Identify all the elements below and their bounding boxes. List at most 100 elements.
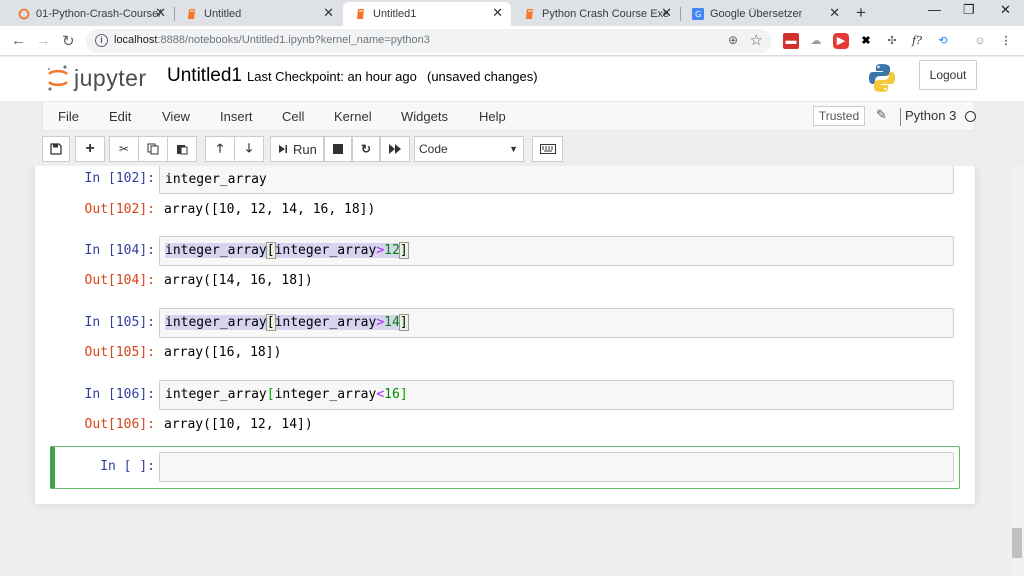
- extension-puzzle-icon[interactable]: ✣: [884, 33, 900, 49]
- cell-type-select[interactable]: Code ▼: [414, 136, 524, 162]
- browser-tab-strip: 01-Python-Crash-Course/ ✕ Untitled ✕ Unt…: [0, 0, 1024, 26]
- jupyter-ring-icon: [47, 65, 68, 91]
- url-text: localhost:8888/notebooks/Untitled1.ipynb…: [114, 34, 430, 46]
- forward-arrow-icon[interactable]: →: [36, 32, 51, 49]
- back-arrow-icon[interactable]: ←: [11, 32, 26, 49]
- close-icon[interactable]: ✕: [323, 5, 334, 21]
- extension-sync-icon[interactable]: ⟲: [935, 33, 951, 49]
- paste-icon: [177, 145, 188, 155]
- menu-widgets[interactable]: Widgets: [401, 109, 448, 124]
- bookmark-star-icon[interactable]: ☆: [750, 31, 763, 49]
- fast-forward-icon: [389, 144, 401, 154]
- tab-title: Untitled1: [373, 8, 417, 20]
- tab-crash-course-folder[interactable]: 01-Python-Crash-Course/ ✕: [6, 2, 175, 26]
- output-prompt: Out[106]:: [84, 417, 155, 432]
- browser-menu-icon[interactable]: ⋮: [998, 33, 1014, 49]
- scrollbar-thumb[interactable]: [1012, 528, 1022, 558]
- info-icon[interactable]: i: [95, 34, 108, 47]
- extension-x-icon[interactable]: ✖: [858, 33, 874, 49]
- close-window-button[interactable]: ✕: [1000, 2, 1011, 18]
- code-cell-input[interactable]: integer_array[integer_array<16]: [159, 380, 954, 410]
- menu-help[interactable]: Help: [479, 109, 506, 124]
- code-cell-input[interactable]: integer_array[integer_array>12]: [159, 236, 954, 266]
- command-palette-button[interactable]: [532, 136, 563, 162]
- kernel-name[interactable]: Python 3: [900, 108, 956, 126]
- extension-video-icon[interactable]: ▶: [833, 33, 849, 49]
- input-prompt: In [104]:: [84, 243, 155, 258]
- cell-output: array([10, 12, 14]): [164, 417, 313, 432]
- tab-google-translate[interactable]: G Google Übersetzer ✕: [680, 2, 848, 26]
- notebook-icon: [526, 9, 533, 19]
- google-translate-icon: G: [692, 8, 704, 20]
- save-button[interactable]: [42, 136, 70, 162]
- close-icon[interactable]: ✕: [661, 5, 672, 21]
- maximize-button[interactable]: ❐: [963, 2, 975, 18]
- add-cell-button[interactable]: +: [75, 136, 105, 162]
- cell-type-value: Code: [419, 142, 448, 156]
- notebook-container: In [102]: integer_array Out[102]: array(…: [0, 166, 1010, 576]
- vertical-scrollbar[interactable]: [1010, 166, 1024, 576]
- restart-button[interactable]: ↻: [352, 136, 380, 162]
- move-down-button[interactable]: 🡓: [234, 136, 264, 162]
- code-operator: <: [376, 387, 385, 402]
- menu-kernel[interactable]: Kernel: [334, 109, 372, 124]
- menu-file[interactable]: File: [58, 109, 79, 124]
- logout-button[interactable]: Logout: [919, 60, 977, 90]
- tab-python-crash-course-exercises[interactable]: Python Crash Course Exerci ✕: [512, 2, 681, 26]
- code-cell-input[interactable]: integer_array[integer_array>14]: [159, 308, 954, 338]
- tab-untitled[interactable]: Untitled ✕: [174, 2, 342, 26]
- code-text: integer_array[integer_array>14]: [165, 314, 409, 331]
- input-prompt: In [106]:: [84, 387, 155, 402]
- step-forward-icon: [279, 145, 287, 153]
- run-button[interactable]: Run: [270, 136, 324, 162]
- input-prompt: In [105]:: [84, 315, 155, 330]
- notebook-name[interactable]: Untitled1: [167, 65, 242, 87]
- extension-red-icon[interactable]: ▬: [783, 33, 799, 49]
- menu-insert[interactable]: Insert: [220, 109, 253, 124]
- close-icon[interactable]: ✕: [492, 5, 503, 21]
- tab-title: Python Crash Course Exerci: [542, 8, 668, 20]
- input-prompt: In [102]:: [84, 171, 155, 186]
- plus-icon: +: [85, 140, 95, 157]
- new-tab-button[interactable]: +: [856, 3, 866, 23]
- code-cell-input[interactable]: integer_array: [159, 166, 954, 194]
- close-icon[interactable]: ✕: [829, 5, 840, 21]
- empty-code-cell-input[interactable]: [159, 452, 954, 482]
- python-logo-icon: [869, 64, 895, 92]
- zoom-icon[interactable]: ⊕: [728, 33, 738, 47]
- keyboard-icon: [539, 144, 556, 154]
- copy-button[interactable]: [138, 136, 168, 162]
- restart-run-all-button[interactable]: [380, 136, 410, 162]
- code-variable: integer_array: [274, 315, 377, 330]
- paste-button[interactable]: [167, 136, 197, 162]
- notebook-icon: [357, 9, 364, 19]
- minimize-button[interactable]: —: [928, 2, 941, 17]
- output-prompt: Out[104]:: [84, 273, 155, 288]
- checkpoint-status: Last Checkpoint: an hour ago: [247, 69, 417, 84]
- menu-edit[interactable]: Edit: [109, 109, 131, 124]
- pencil-icon[interactable]: ✎: [876, 107, 887, 123]
- jupyter-logo[interactable]: jupyter: [46, 62, 156, 96]
- interrupt-button[interactable]: [324, 136, 352, 162]
- profile-avatar-icon[interactable]: ☺: [972, 33, 988, 49]
- extension-function-icon[interactable]: f?: [909, 33, 925, 49]
- restart-icon: ↻: [360, 142, 372, 156]
- code-text: integer_array[integer_array<16]: [165, 387, 408, 402]
- menu-view[interactable]: View: [162, 109, 190, 124]
- menu-cell[interactable]: Cell: [282, 109, 304, 124]
- code-variable: integer_array: [274, 387, 377, 402]
- extension-cloud-icon[interactable]: ☁: [808, 33, 824, 49]
- reload-icon[interactable]: ↻: [62, 32, 75, 50]
- kernel-idle-indicator-icon: [965, 111, 976, 122]
- cell-output: array([10, 12, 14, 16, 18]): [164, 202, 376, 217]
- code-text: integer_array: [165, 172, 267, 187]
- move-up-button[interactable]: 🡑: [205, 136, 235, 162]
- scissors-icon: ✂: [118, 142, 130, 156]
- trusted-badge[interactable]: Trusted: [813, 106, 865, 126]
- cut-button[interactable]: ✂: [109, 136, 139, 162]
- tab-untitled1[interactable]: Untitled1 ✕: [343, 2, 511, 26]
- address-bar[interactable]: i localhost:8888/notebooks/Untitled1.ipy…: [86, 29, 772, 53]
- code-variable: integer_array: [165, 315, 267, 330]
- close-icon[interactable]: ✕: [155, 5, 166, 21]
- notebook-icon: [188, 9, 195, 19]
